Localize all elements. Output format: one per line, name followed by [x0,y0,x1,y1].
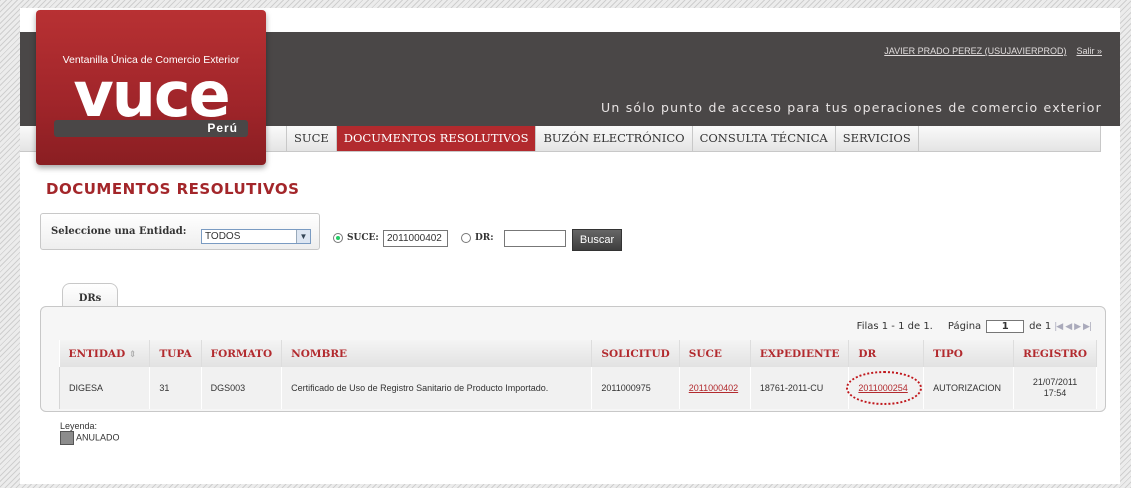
nav-item-servicios[interactable]: SERVICIOS [836,126,919,151]
column-header-label: ENTIDAD [68,347,126,360]
entity-select-value: TODOS [205,231,241,242]
rows-count: Filas 1 - 1 de 1. [856,321,933,332]
tagline: Un sólo punto de acceso para tus operaci… [601,100,1102,115]
nav-item-buzon-electronico[interactable]: BUZÓN ELECTRÓNICO [536,126,693,151]
column-header-solicitud[interactable]: SOLICITUD [591,340,680,367]
legend-swatch [60,431,74,445]
entity-select[interactable]: TODOS ▼ [201,229,311,244]
logout-link[interactable]: Salir » [1076,46,1102,56]
page-total: de 1 [1029,321,1052,332]
last-page-icon[interactable]: ▶| [1083,322,1092,332]
cell-tupa: 31 [149,367,202,409]
column-header-tupa[interactable]: TUPA [149,340,202,367]
cell-expediente: 18761-2011-CU [749,367,850,409]
logo-country: Perú [207,121,238,135]
user-name-link[interactable]: JAVIER PRADO PEREZ (USUJAVIERPROD) [884,46,1066,56]
suce-radio-label: SUCE: [347,233,379,243]
dr-highlight-circle [846,371,922,405]
cell-entidad: DIGESA [58,367,151,409]
nav-item-consulta-tecnica[interactable]: CONSULTA TÉCNICA [693,126,836,151]
next-page-icon[interactable]: ▶ [1074,322,1081,332]
registro-time: 17:54 [1043,388,1067,398]
column-header-expediente[interactable]: EXPEDIENTE [750,340,850,367]
column-header-nombre[interactable]: NOMBRE [281,340,593,367]
legend: Leyenda: ANULADO [60,421,120,445]
first-page-icon[interactable]: |◀ [1054,322,1063,332]
entity-filter-box: Seleccione una Entidad: TODOS ▼ [40,213,320,250]
legend-title: Leyenda: [60,421,98,431]
suce-radio[interactable] [333,233,343,243]
entity-label: Seleccione una Entidad: [51,226,187,237]
page-label: Página [947,321,982,332]
cell-registro: 21/07/2011 17:54 [1013,367,1097,409]
main-nav: SUCE DOCUMENTOS RESOLUTIVOS BUZÓN ELECTR… [286,126,1101,152]
suce-input[interactable]: 2011000402 [383,230,448,247]
vuce-logo[interactable]: Ventanilla Única de Comercio Exterior vu… [36,10,266,165]
dr-radio[interactable] [461,233,471,243]
suce-link[interactable]: 2011000402 [689,383,738,393]
results-table: ENTIDAD ⇕ TUPA FORMATO NOMBRE SOLICITUD … [58,340,1097,409]
cell-suce: 2011000402 [678,367,751,409]
prev-page-icon[interactable]: ◀ [1065,322,1072,332]
column-header-formato[interactable]: FORMATO [201,340,283,367]
nav-item-suce[interactable]: SUCE [287,126,337,151]
column-header-dr[interactable]: DR [848,340,925,367]
logo-brand: vuce [73,58,230,131]
legend-item-anulado: ANULADO [60,431,120,445]
sort-arrows-icon[interactable]: ⇕ [129,350,137,360]
page-input[interactable]: 1 [986,320,1025,333]
nav-item-documentos-resolutivos[interactable]: DOCUMENTOS RESOLUTIVOS [336,126,537,151]
user-links: JAVIER PRADO PEREZ (USUJAVIERPROD) Salir… [884,46,1102,56]
cell-solicitud: 2011000975 [591,367,680,409]
registro-date: 21/07/2011 [1032,377,1078,387]
column-header-registro[interactable]: REGISTRO [1013,340,1097,367]
page-title: DOCUMENTOS RESOLUTIVOS [46,180,300,198]
column-header-suce[interactable]: SUCE [679,340,751,367]
page-frame: JAVIER PRADO PEREZ (USUJAVIERPROD) Salir… [20,8,1120,484]
cell-formato: DGS003 [200,367,283,409]
table-row: DIGESA 31 DGS003 Certificado de Uso de R… [58,367,1097,409]
pagination: Filas 1 - 1 de 1. Página 1 de 1 |◀ ◀ ▶ ▶… [856,320,1092,333]
chevron-down-icon[interactable]: ▼ [296,230,310,243]
table-header-row: ENTIDAD ⇕ TUPA FORMATO NOMBRE SOLICITUD … [59,340,1097,367]
column-header-entidad[interactable]: ENTIDAD ⇕ [59,340,151,367]
cell-tipo: AUTORIZACION [923,367,1015,409]
dr-radio-label: DR: [475,233,494,243]
search-button[interactable]: Buscar [572,229,622,251]
dr-input[interactable] [504,230,566,247]
legend-label: ANULADO [76,432,120,443]
column-header-tipo[interactable]: TIPO [923,340,1015,367]
results-panel: Filas 1 - 1 de 1. Página 1 de 1 |◀ ◀ ▶ ▶… [40,306,1106,412]
cell-nombre: Certificado de Uso de Registro Sanitario… [281,367,593,409]
